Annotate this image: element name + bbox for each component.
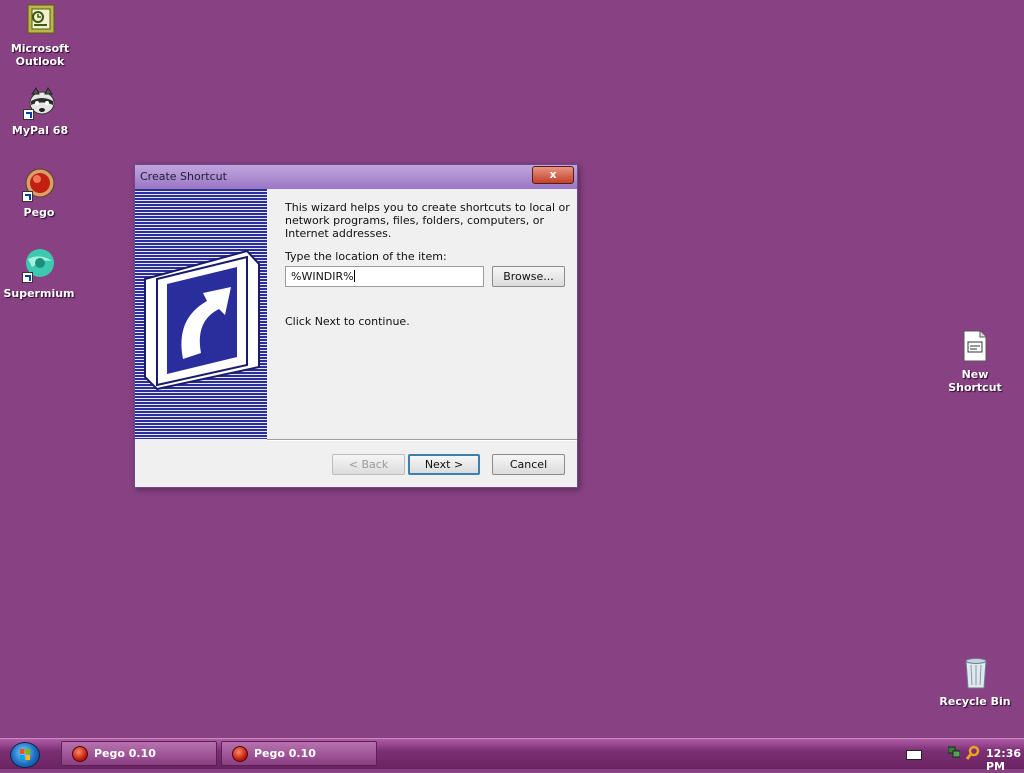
desktop-icon-label: New Shortcut	[948, 368, 1002, 394]
close-button[interactable]: x	[532, 166, 574, 184]
search-icon[interactable]	[966, 745, 980, 761]
keyboard-icon[interactable]	[906, 750, 922, 760]
shortcut-arrow-art-icon	[144, 249, 260, 391]
desktop-icon-label: Microsoft Outlook	[10, 42, 70, 68]
clock[interactable]: 12:36 PM	[986, 747, 1024, 773]
create-shortcut-dialog: Create Shortcut x This wizard helps you …	[134, 164, 578, 488]
desktop-icon-label: Supermium	[3, 287, 75, 300]
desktop-icon-label: MyPal 68	[11, 124, 69, 137]
location-label: Type the location of the item:	[285, 250, 447, 263]
cancel-button[interactable]: Cancel	[492, 454, 565, 475]
shortcut-arrow-icon	[22, 191, 33, 202]
desktop-icon-supermium[interactable]: Supermium	[0, 249, 79, 300]
taskbar-button-label: Pego 0.10	[254, 747, 316, 760]
recycle-bin-icon	[958, 657, 992, 691]
intro-text: This wizard helps you to create shortcut…	[285, 201, 570, 240]
wizard-content: This wizard helps you to create shortcut…	[285, 201, 570, 328]
desktop-icon-pego[interactable]: Pego	[0, 168, 79, 219]
supermium-icon	[22, 249, 56, 283]
desktop-icon-label: Pego	[23, 206, 55, 219]
network-icon[interactable]	[948, 745, 960, 759]
desktop-icon-outlook[interactable]: Microsoft Outlook	[0, 4, 80, 68]
pego-red-orb-icon	[22, 168, 56, 202]
continue-text: Click Next to continue.	[285, 315, 410, 328]
desktop-icon-label: Recycle Bin	[939, 695, 1011, 708]
shortcut-arrow-icon	[22, 272, 33, 283]
wizard-side-art	[135, 189, 267, 439]
next-button[interactable]: Next >	[408, 454, 480, 475]
browse-button[interactable]: Browse...	[492, 266, 565, 287]
dialog-title: Create Shortcut	[140, 170, 227, 183]
taskbar-button-pego[interactable]: Pego 0.10	[221, 741, 377, 766]
taskbar: Pego 0.10 Pego 0.10 12:36 PM	[0, 738, 1024, 773]
footer-divider	[267, 439, 577, 441]
dialog-titlebar[interactable]: Create Shortcut x	[135, 165, 577, 189]
text-caret	[353, 270, 355, 282]
desktop-icon-new-shortcut[interactable]: New Shortcut	[935, 330, 1015, 394]
system-tray: 12:36 PM	[874, 739, 1024, 773]
shortcut-arrow-icon	[23, 109, 34, 120]
desktop-icon-recycle-bin[interactable]: Recycle Bin	[935, 657, 1015, 708]
back-button[interactable]: < Back	[332, 454, 405, 475]
pego-red-orb-icon	[232, 746, 248, 762]
start-button[interactable]	[10, 742, 40, 768]
location-input[interactable]: %WINDIR%	[285, 266, 484, 287]
outlook-icon	[23, 4, 57, 38]
windows-logo-icon	[20, 749, 30, 760]
taskbar-button-label: Pego 0.10	[94, 747, 156, 760]
shortcut-file-icon	[958, 330, 992, 364]
pego-red-orb-icon	[72, 746, 88, 762]
desktop-icon-mypal[interactable]: MyPal 68	[0, 86, 80, 137]
close-icon: x	[549, 168, 557, 181]
mypal-raccoon-icon	[23, 86, 57, 120]
location-value: %WINDIR%	[291, 270, 354, 283]
taskbar-button-pego[interactable]: Pego 0.10	[61, 741, 217, 766]
